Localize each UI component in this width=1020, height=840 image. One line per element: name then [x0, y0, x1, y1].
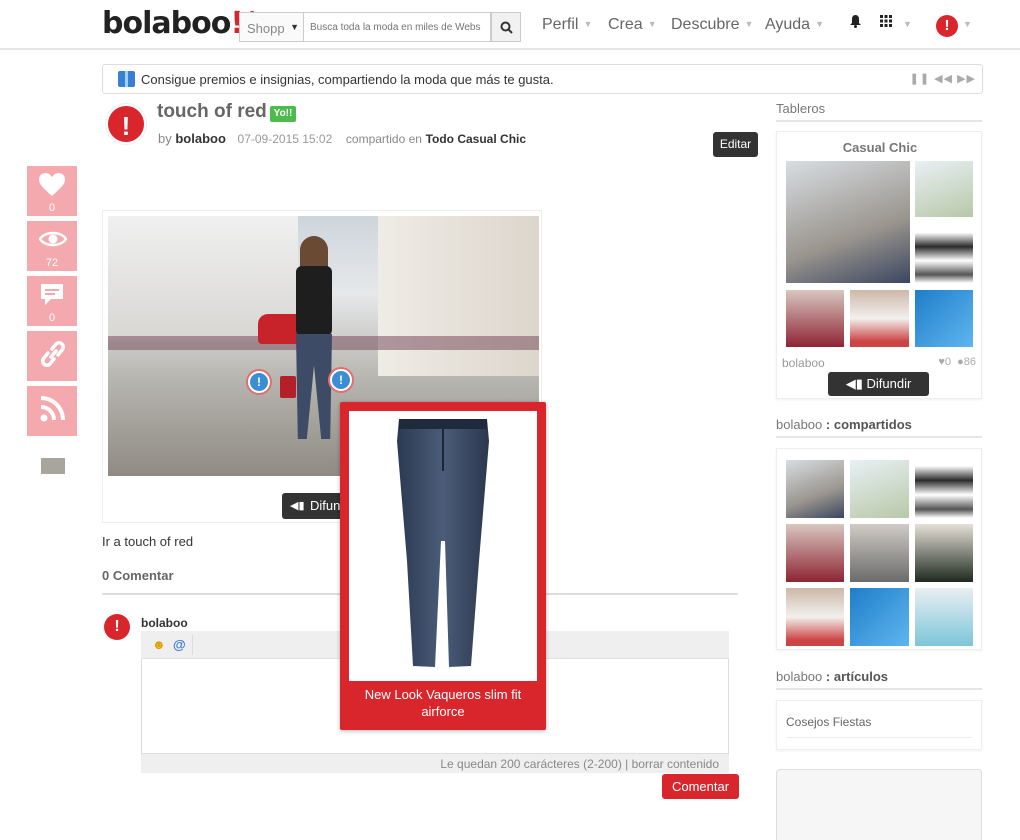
- nav-crea[interactable]: Crea ▼: [608, 16, 657, 34]
- shared-thumbnail[interactable]: [915, 460, 973, 518]
- mention-icon[interactable]: @: [173, 637, 186, 652]
- search-input[interactable]: [303, 12, 491, 42]
- board-difundir-button[interactable]: ◀▮ Difundir: [828, 372, 929, 396]
- user-menu-caret[interactable]: ▼: [958, 16, 972, 34]
- board-card[interactable]: Casual Chic bolaboo ♥0 ●86 ◀▮ Difundir: [776, 131, 982, 399]
- product-name[interactable]: New Look Vaqueros slim fit airforce: [350, 686, 536, 720]
- emoji-icon[interactable]: ☻: [152, 637, 166, 652]
- top-navigation-bar: bolaboo!/ Shopp▼ Perfil▼ Crea▼ Descubre▼…: [0, 0, 1020, 50]
- shared-heading: bolaboo : compartidos: [776, 417, 912, 432]
- bolaboo-logo[interactable]: bolaboo!/: [102, 6, 254, 41]
- shared-thumbnail[interactable]: [850, 588, 909, 646]
- apps-grid-icon[interactable]: [880, 15, 892, 30]
- chevron-down-icon: ▼: [647, 19, 657, 29]
- product-tag-pin-icon[interactable]: !: [248, 371, 270, 393]
- board-thumbnail[interactable]: [850, 290, 909, 347]
- side-handle[interactable]: [41, 458, 65, 474]
- chevron-down-icon: ▼: [903, 19, 912, 29]
- search-button[interactable]: [491, 12, 521, 42]
- shared-thumbnail[interactable]: [786, 524, 844, 582]
- comments-count: 0: [48, 312, 56, 324]
- product-popup[interactable]: New Look Vaqueros slim fit airforce: [340, 402, 546, 730]
- like-button[interactable]: 0: [27, 166, 77, 216]
- shared-thumbnail[interactable]: [786, 460, 844, 518]
- search-icon: [500, 21, 513, 34]
- board-name[interactable]: Casual Chic: [777, 140, 983, 155]
- articles-heading: bolaboo : artículos: [776, 669, 889, 684]
- post-title: touch of red: [157, 101, 267, 122]
- user-avatar[interactable]: !: [936, 15, 958, 37]
- post-meta: by bolaboo 07-09-2015 15:02 compartido e…: [158, 131, 527, 146]
- product-tag-pin-icon[interactable]: !: [330, 369, 352, 391]
- shared-grid-card: [776, 448, 982, 650]
- nav-descubre[interactable]: Descubre ▼: [671, 16, 753, 34]
- megaphone-icon: ◀▮: [845, 376, 863, 391]
- gift-icon: [118, 71, 135, 87]
- shared-thumbnail[interactable]: [915, 524, 973, 582]
- board-thumbnail[interactable]: [915, 227, 973, 283]
- comment-icon: [41, 284, 63, 305]
- article-link[interactable]: Cosejos Fiestas: [786, 715, 972, 738]
- select-caret-icon: ▼: [290, 22, 299, 32]
- notifications-bell-icon[interactable]: [850, 15, 861, 31]
- articles-card: Cosejos Fiestas: [776, 700, 982, 750]
- shared-thumbnail[interactable]: [786, 588, 844, 646]
- views-button[interactable]: 72: [27, 221, 77, 271]
- tips-banner: Consigue premios e insignias, compartien…: [102, 64, 983, 94]
- author-link[interactable]: bolaboo: [175, 131, 226, 146]
- ad-placeholder: [776, 769, 982, 840]
- comment-icon: ●: [957, 356, 964, 368]
- tips-text: Consigue premios e insignias, compartien…: [141, 72, 554, 87]
- comments-button[interactable]: 0: [27, 276, 77, 326]
- board-thumbnail[interactable]: [915, 290, 973, 347]
- edit-button[interactable]: Editar: [713, 132, 758, 157]
- author-avatar[interactable]: !: [106, 104, 146, 144]
- product-image[interactable]: [349, 411, 537, 681]
- board-thumbnail[interactable]: [915, 161, 973, 217]
- divider: [776, 436, 982, 438]
- rss-button[interactable]: [27, 386, 77, 436]
- share-link-button[interactable]: [27, 331, 77, 381]
- nav-perfil[interactable]: Perfil ▼: [542, 16, 592, 34]
- chevron-down-icon: ▼: [583, 19, 593, 29]
- link-icon: [41, 341, 65, 367]
- eye-icon: [39, 231, 67, 247]
- commenter-name: bolaboo: [141, 616, 188, 630]
- views-count: 72: [45, 257, 59, 269]
- shop-category-select[interactable]: Shopp ▼: [239, 12, 303, 42]
- divider: [776, 120, 982, 122]
- shared-thumbnail[interactable]: [850, 460, 909, 518]
- chevron-down-icon: ▼: [744, 19, 754, 29]
- heart-icon: [39, 173, 65, 196]
- rss-icon: [40, 396, 65, 422]
- board-owner[interactable]: bolaboo: [782, 356, 825, 370]
- nav-ayuda[interactable]: Ayuda ▼: [765, 16, 824, 34]
- commenter-avatar: !: [104, 614, 130, 640]
- tips-carousel-controls[interactable]: ❚❚ ◀◀ ▶▶: [910, 72, 976, 85]
- comments-heading: 0 Comentar: [102, 568, 174, 583]
- chevron-down-icon: ▼: [963, 19, 972, 29]
- megaphone-icon: ◀▮: [290, 500, 305, 512]
- apps-dropdown-caret[interactable]: ▼: [898, 16, 912, 34]
- board-thumbnail[interactable]: [786, 161, 910, 283]
- likes-count: 0: [48, 202, 56, 214]
- model-figure: [280, 236, 346, 456]
- boards-heading: Tableros: [776, 101, 826, 116]
- post-description-link[interactable]: Ir a touch of red: [102, 534, 193, 549]
- comment-char-counter: Le quedan 200 carácteres (2-200) | borra…: [141, 754, 729, 773]
- board-link[interactable]: Todo Casual Chic: [426, 132, 526, 146]
- board-thumbnail[interactable]: [786, 290, 844, 347]
- yo-badge: Yo!!: [270, 106, 296, 122]
- post-date: 07-09-2015 15:02: [237, 132, 333, 146]
- comment-submit-button[interactable]: Comentar: [662, 774, 739, 799]
- board-stats: ♥0 ●86: [938, 356, 976, 368]
- shared-thumbnail[interactable]: [915, 588, 973, 646]
- divider: [776, 688, 982, 690]
- shared-thumbnail[interactable]: [850, 524, 909, 582]
- chevron-down-icon: ▼: [815, 19, 824, 29]
